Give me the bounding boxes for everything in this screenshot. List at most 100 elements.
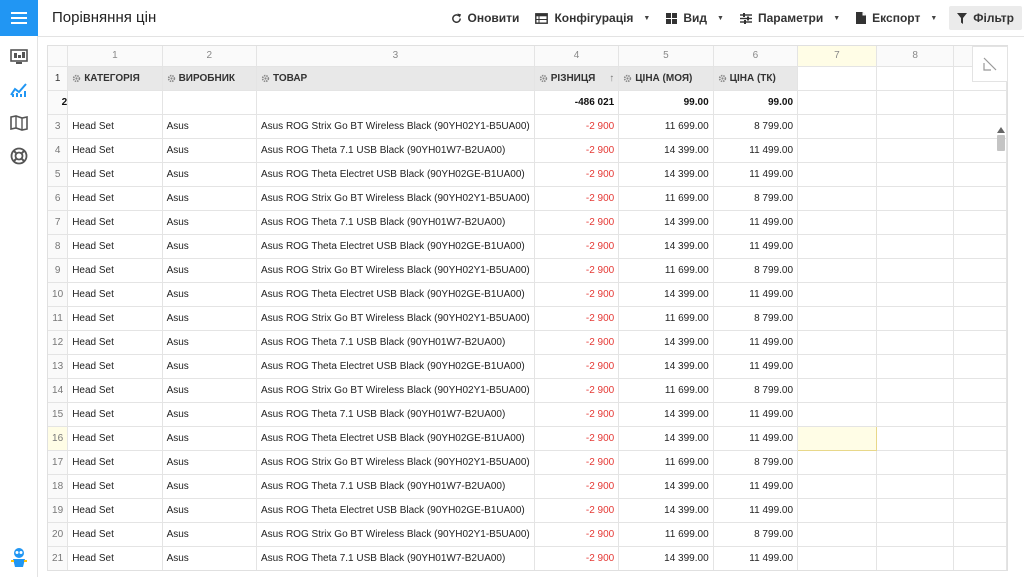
category-cell[interactable]: Head Set xyxy=(67,402,163,427)
empty-cell[interactable] xyxy=(876,138,955,163)
category-cell[interactable]: Head Set xyxy=(67,258,163,283)
brand-cell[interactable]: Asus xyxy=(162,378,257,403)
brand-cell[interactable]: Asus xyxy=(162,258,257,283)
empty-cell[interactable] xyxy=(797,402,877,427)
tk-price-cell[interactable]: 11 499.00 xyxy=(713,162,799,187)
row-number[interactable]: 3 xyxy=(48,114,69,139)
brand-cell[interactable]: Asus xyxy=(162,138,257,163)
empty-cell[interactable] xyxy=(797,186,877,211)
product-cell[interactable]: Asus ROG Theta Electret USB Black (90YH0… xyxy=(256,234,535,259)
empty-cell[interactable] xyxy=(876,186,955,211)
row-number[interactable]: 15 xyxy=(48,402,69,427)
empty-cell[interactable] xyxy=(797,282,877,307)
my-price-cell[interactable]: 11 699.00 xyxy=(618,258,714,283)
product-cell[interactable]: Asus ROG Theta 7.1 USB Black (90YH01W7-B… xyxy=(256,210,535,235)
scroll-up-icon[interactable] xyxy=(996,127,1006,133)
tk-price-cell[interactable]: 8 799.00 xyxy=(713,306,799,331)
row-number[interactable]: 16 xyxy=(48,426,69,451)
category-cell[interactable]: Head Set xyxy=(67,378,163,403)
column-header[interactable]: 1 xyxy=(67,46,163,67)
sidebar-item-analytics[interactable] xyxy=(0,73,38,106)
diff-cell[interactable]: -2 900 xyxy=(534,522,620,547)
product-cell[interactable]: Asus ROG Theta 7.1 USB Black (90YH01W7-B… xyxy=(256,402,535,427)
category-cell[interactable]: Head Set xyxy=(67,474,163,499)
category-cell[interactable]: Head Set xyxy=(67,186,163,211)
empty-cell[interactable] xyxy=(876,426,955,451)
empty-cell[interactable] xyxy=(797,546,877,570)
tk-price-cell[interactable]: 11 499.00 xyxy=(713,354,799,379)
empty-cell[interactable] xyxy=(876,402,955,427)
product-cell[interactable]: Asus ROG Strix Go BT Wireless Black (90Y… xyxy=(256,450,535,475)
product-cell[interactable]: Asus ROG Theta 7.1 USB Black (90YH01W7-B… xyxy=(256,138,535,163)
empty-cell[interactable] xyxy=(797,66,877,91)
diff-cell[interactable]: -2 900 xyxy=(534,354,620,379)
brand-cell[interactable]: Asus xyxy=(162,234,257,259)
empty-cell[interactable] xyxy=(797,330,877,355)
tk-price-cell[interactable]: 11 499.00 xyxy=(713,210,799,235)
row-number[interactable]: 17 xyxy=(48,450,69,475)
column-header[interactable]: 3 xyxy=(256,46,535,67)
row-number[interactable]: 4 xyxy=(48,138,69,163)
my-price-cell[interactable]: 11 699.00 xyxy=(618,114,714,139)
row-number[interactable]: 1 xyxy=(48,66,69,91)
my-price-cell[interactable]: 14 399.00 xyxy=(618,234,714,259)
config-button[interactable]: Конфігурація ▼ xyxy=(527,6,658,30)
empty-cell[interactable] xyxy=(797,498,877,523)
empty-cell[interactable] xyxy=(876,546,955,570)
row-number[interactable]: 14 xyxy=(48,378,69,403)
empty-cell[interactable] xyxy=(797,138,877,163)
diff-cell[interactable]: -2 900 xyxy=(534,378,620,403)
empty-cell[interactable] xyxy=(876,66,955,91)
empty-cell[interactable] xyxy=(876,474,955,499)
my-price-cell[interactable]: 14 399.00 xyxy=(618,138,714,163)
tk-price-cell[interactable]: 8 799.00 xyxy=(713,522,799,547)
diff-cell[interactable]: -2 900 xyxy=(534,498,620,523)
product-cell[interactable]: Asus ROG Theta Electret USB Black (90YH0… xyxy=(256,282,535,307)
diff-cell[interactable]: -2 900 xyxy=(534,306,620,331)
field-header-category[interactable]: КАТЕГОРІЯ xyxy=(67,66,163,91)
tk-price-cell[interactable]: 11 499.00 xyxy=(713,498,799,523)
tk-price-cell[interactable]: 11 499.00 xyxy=(713,234,799,259)
my-price-cell[interactable]: 14 399.00 xyxy=(618,210,714,235)
brand-cell[interactable]: Asus xyxy=(162,114,257,139)
diff-cell[interactable]: -2 900 xyxy=(534,186,620,211)
my-price-cell[interactable]: 11 699.00 xyxy=(618,378,714,403)
empty-cell[interactable] xyxy=(876,90,955,115)
empty-cell[interactable] xyxy=(797,258,877,283)
brand-cell[interactable]: Asus xyxy=(162,426,257,451)
empty-cell[interactable] xyxy=(797,306,877,331)
my-price-cell[interactable]: 14 399.00 xyxy=(618,546,714,570)
empty-cell[interactable] xyxy=(876,378,955,403)
category-cell[interactable]: Head Set xyxy=(67,546,163,570)
empty-cell[interactable] xyxy=(876,162,955,187)
empty-cell[interactable] xyxy=(797,162,877,187)
empty-cell[interactable] xyxy=(256,90,535,115)
tk-price-cell[interactable]: 11 499.00 xyxy=(713,474,799,499)
product-cell[interactable]: Asus ROG Strix Go BT Wireless Black (90Y… xyxy=(256,306,535,331)
row-number[interactable]: 18 xyxy=(48,474,69,499)
category-cell[interactable]: Head Set xyxy=(67,306,163,331)
row-number[interactable]: 20 xyxy=(48,522,69,547)
my-price-cell[interactable]: 11 699.00 xyxy=(618,450,714,475)
category-cell[interactable]: Head Set xyxy=(67,138,163,163)
row-number[interactable]: 19 xyxy=(48,498,69,523)
product-cell[interactable]: Asus ROG Theta 7.1 USB Black (90YH01W7-B… xyxy=(256,474,535,499)
empty-cell[interactable] xyxy=(797,210,877,235)
my-price-cell[interactable]: 14 399.00 xyxy=(618,354,714,379)
row-number[interactable]: 8 xyxy=(48,234,69,259)
product-cell[interactable]: Asus ROG Theta 7.1 USB Black (90YH01W7-B… xyxy=(256,330,535,355)
brand-cell[interactable]: Asus xyxy=(162,522,257,547)
empty-cell[interactable] xyxy=(876,234,955,259)
tk-price-cell[interactable]: 8 799.00 xyxy=(713,114,799,139)
sort-arrow-icon[interactable]: ↑ xyxy=(609,73,614,84)
brand-cell[interactable]: Asus xyxy=(162,282,257,307)
refresh-button[interactable]: Оновити xyxy=(443,6,528,30)
category-cell[interactable]: Head Set xyxy=(67,210,163,235)
field-header-brand[interactable]: ВИРОБНИК xyxy=(162,66,257,91)
my-price-cell[interactable]: 14 399.00 xyxy=(618,162,714,187)
diff-cell[interactable]: -2 900 xyxy=(534,474,620,499)
column-header-selected[interactable]: 7 xyxy=(797,46,877,67)
brand-cell[interactable]: Asus xyxy=(162,474,257,499)
column-header[interactable]: 5 xyxy=(618,46,714,67)
field-header-my-price[interactable]: ЦІНА (МОЯ) xyxy=(618,66,714,91)
